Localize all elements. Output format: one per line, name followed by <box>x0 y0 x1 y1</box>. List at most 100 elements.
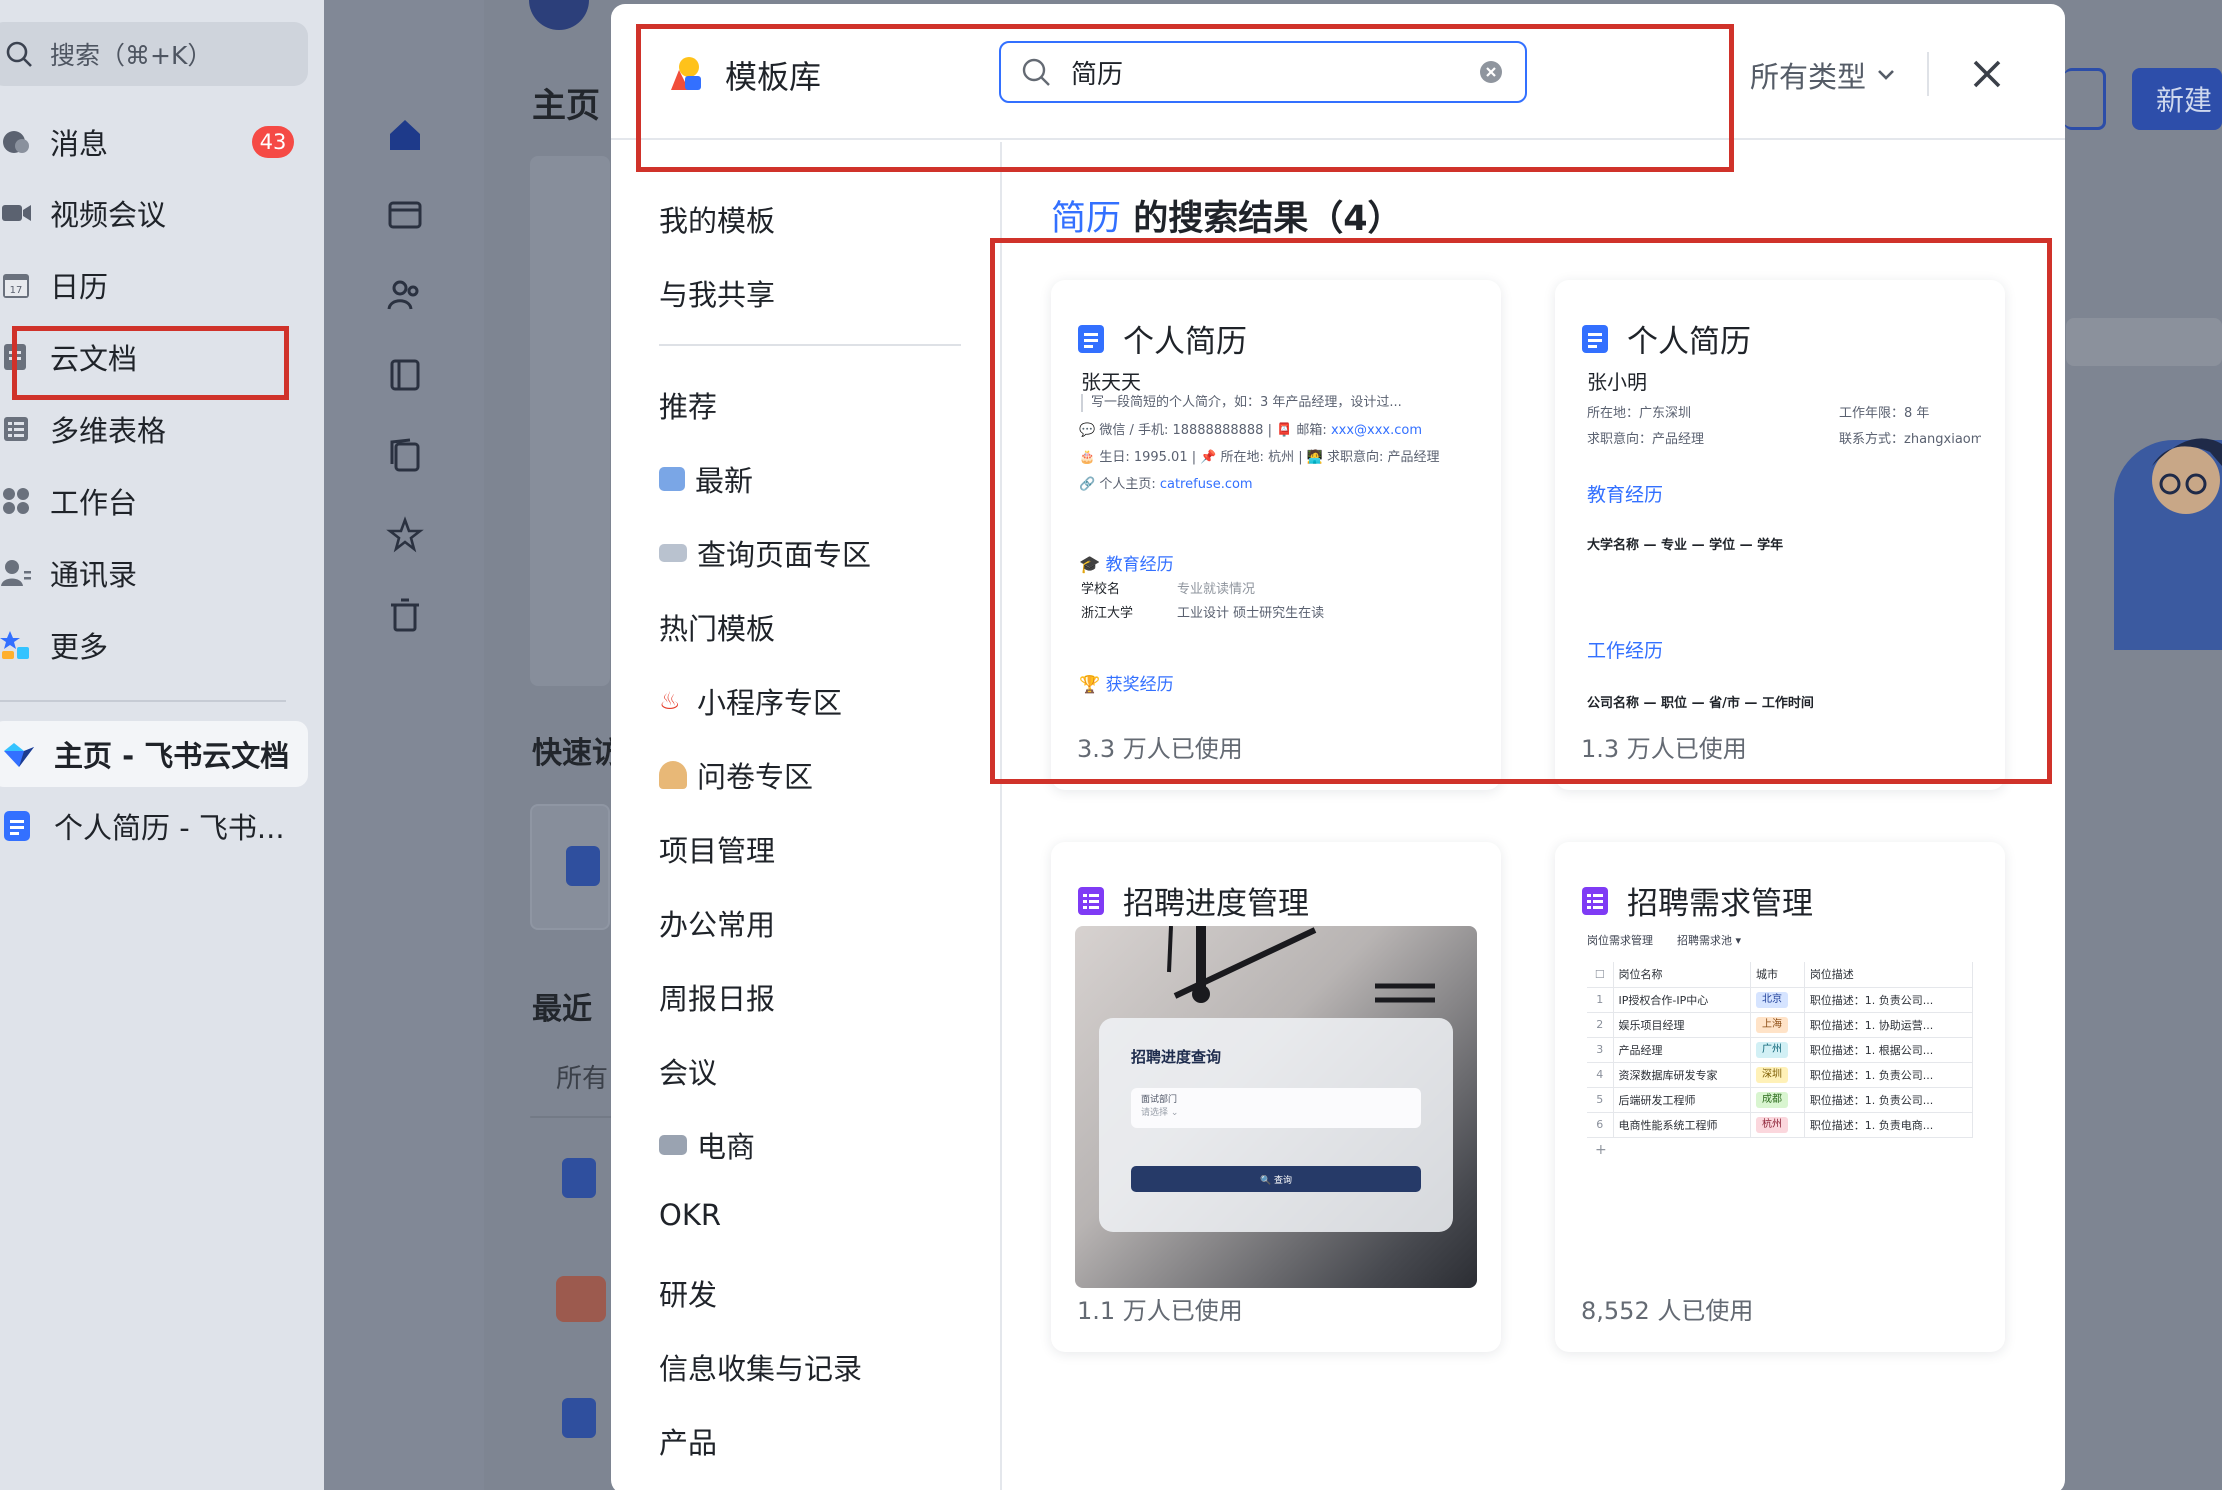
bitable-icon <box>1078 886 1104 915</box>
svg-text:17: 17 <box>10 285 23 296</box>
nav-item-more[interactable]: 更多 <box>0 613 300 677</box>
table-row: 4 资深数据库研发专家 深圳 职位描述：1. 负责公司... <box>1587 1062 1974 1088</box>
bg-person-illustration <box>2152 438 2222 514</box>
type-filter-dropdown[interactable]: 所有类型 <box>1750 54 1896 96</box>
row-number: 5 <box>1587 1087 1614 1113</box>
category-label: 我的模板 <box>659 204 776 238</box>
table-header-cell: 城市 <box>1750 962 1805 988</box>
category-recommended[interactable]: 推荐 <box>659 384 717 426</box>
bg-home-title: 主页 <box>532 86 600 126</box>
category-rnd[interactable]: 研发 <box>659 1272 717 1314</box>
global-search[interactable]: 搜索（⌘+K） <box>0 22 308 86</box>
category-label: OKR <box>659 1198 721 1232</box>
more-icon <box>0 631 29 659</box>
recent-item-home[interactable]: 主页 - 飞书云文档 <box>0 721 308 787</box>
table-tab: 招聘需求池 ▾ <box>1677 934 1742 947</box>
category-query-page[interactable]: 查询页面专区 <box>659 532 871 574</box>
template-card-recruit-progress[interactable]: 招聘进度管理 招聘进度查询 面试部门 请选择 ⌄ 🔍 查询 1.1 万人已使用 <box>1051 842 1501 1352</box>
category-popular[interactable]: 热门模板 <box>659 606 775 648</box>
city-tag: 北京 <box>1756 991 1789 1008</box>
table-row: 3 产品经理 广州 职位描述：1. 根据公司... <box>1587 1037 1974 1063</box>
category-miniprogram[interactable]: ♨ 小程序专区 <box>659 680 842 722</box>
category-my-templates[interactable]: 我的模板 <box>659 198 775 240</box>
category-office[interactable]: 办公常用 <box>659 902 775 944</box>
table-tabs: 岗位需求管理 招聘需求池 ▾ <box>1579 926 1981 954</box>
category-shared[interactable]: 与我共享 <box>659 272 775 314</box>
add-row-icon: + <box>1595 1141 1607 1158</box>
bg-chart-icon <box>556 1276 606 1322</box>
table-header-cell: ☐ <box>1587 962 1614 988</box>
nav-item-calendar[interactable]: 17 日历 <box>0 253 300 317</box>
category-weekly[interactable]: 周报日报 <box>659 976 775 1018</box>
book-icon <box>659 544 687 562</box>
nav-item-workplace[interactable]: 工作台 <box>0 469 300 533</box>
city-tag: 成都 <box>1756 1091 1789 1108</box>
table-row: 1 IP授权合作-IP中心 北京 职位描述：1. 负责公司... <box>1587 987 1974 1013</box>
recent-item-resume[interactable]: 个人简历 - 飞书... <box>0 793 308 859</box>
bitable-icon <box>1582 886 1608 915</box>
category-label: 周报日报 <box>659 982 776 1016</box>
feishu-docs-logo-icon <box>4 743 34 767</box>
message-icon <box>3 131 29 153</box>
category-label: 查询页面专区 <box>697 538 872 572</box>
table-row: 2 娱乐项目经理 上海 职位描述：1. 协助运营... <box>1587 1012 1974 1038</box>
nav-label-video: 视频会议 <box>50 198 167 232</box>
city-tag: 广州 <box>1756 1041 1789 1058</box>
category-project[interactable]: 项目管理 <box>659 828 775 870</box>
query-panel: 招聘进度查询 面试部门 请选择 ⌄ 🔍 查询 <box>1099 1018 1453 1232</box>
nav-item-contacts[interactable]: 通讯录 <box>0 541 300 605</box>
bg-recent-title: 最近 <box>532 992 592 1027</box>
apps-icon <box>3 488 29 514</box>
category-label: 电商 <box>697 1130 756 1164</box>
results-keyword: 简历 <box>1051 199 1122 239</box>
city-tag: 上海 <box>1756 1016 1789 1033</box>
results-title: 简历 的搜索结果（4） <box>1051 190 1403 241</box>
row-position: 电商性能系统工程师 <box>1613 1112 1752 1138</box>
category-ecommerce[interactable]: 电商 <box>659 1124 755 1166</box>
category-meeting[interactable]: 会议 <box>659 1050 717 1092</box>
card-header: 招聘进度管理 <box>1077 878 1309 923</box>
card-title: 招聘进度管理 <box>1123 886 1309 922</box>
card-title: 招聘需求管理 <box>1627 886 1813 922</box>
header-separator <box>1927 52 1929 96</box>
card-preview: 岗位需求管理 招聘需求池 ▾ ☐ 岗位名称 城市 岗位描述 1 IP授权合作-I… <box>1579 926 1981 1286</box>
demand-table: ☐ 岗位名称 城市 岗位描述 1 IP授权合作-IP中心 北京 职位描述：1. … <box>1587 962 1974 1138</box>
row-desc: 职位描述：1. 协助运营... <box>1804 1012 1974 1038</box>
category-label: 与我共享 <box>659 278 776 312</box>
bg-doc-icon-3 <box>562 1398 596 1438</box>
category-survey[interactable]: 问卷专区 <box>659 754 813 796</box>
unread-badge: 43 <box>252 126 294 158</box>
template-card-recruit-demand[interactable]: 招聘需求管理 岗位需求管理 招聘需求池 ▾ ☐ 岗位名称 城市 岗位描述 1 I… <box>1555 842 2005 1352</box>
close-icon[interactable] <box>1967 54 2007 94</box>
category-label: 办公常用 <box>659 908 776 942</box>
category-product[interactable]: 产品 <box>659 1420 717 1462</box>
row-number: 3 <box>1587 1037 1614 1063</box>
bg-toolbar <box>2066 318 2222 366</box>
row-city-cell: 北京 <box>1750 987 1805 1013</box>
bg-new-button: 新建 <box>2132 68 2222 130</box>
bg-quick-title: 快速访 <box>532 736 622 771</box>
nav-item-bitable[interactable]: 多维表格 <box>0 397 300 461</box>
calendar-icon: 17 <box>3 274 29 298</box>
wiki-icon <box>390 359 420 391</box>
row-number: 6 <box>1587 1112 1614 1138</box>
search-icon <box>6 41 32 67</box>
card-usage-count: 1.1 万人已使用 <box>1077 1297 1243 1325</box>
category-label: 会议 <box>659 1056 718 1090</box>
highlight-resume-results <box>990 238 2052 784</box>
nav-item-video[interactable]: 视频会议 <box>0 181 300 245</box>
row-desc: 职位描述：1. 根据公司... <box>1804 1037 1974 1063</box>
department-placeholder: 请选择 ⌄ <box>1141 1108 1179 1118</box>
city-tag: 深圳 <box>1756 1066 1789 1083</box>
department-label: 面试部门 <box>1141 1095 1178 1105</box>
document-icon <box>4 811 30 841</box>
row-position: IP授权合作-IP中心 <box>1613 987 1752 1013</box>
category-okr[interactable]: OKR <box>659 1198 721 1232</box>
category-info-collect[interactable]: 信息收集与记录 <box>659 1346 862 1388</box>
category-label: 问卷专区 <box>697 760 814 794</box>
category-newest[interactable]: 最新 <box>659 458 753 500</box>
table-row: 6 电商性能系统工程师 杭州 职位描述：1. 负责电商... <box>1587 1112 1974 1138</box>
row-desc: 职位描述：1. 负责公司... <box>1804 987 1974 1013</box>
nav-item-messages[interactable]: 消息 43 <box>0 110 300 174</box>
app-sidebar: 搜索（⌘+K） 消息 43 视频会议 17 日历 云文档 多维表格 工作台 通讯… <box>0 0 324 1490</box>
